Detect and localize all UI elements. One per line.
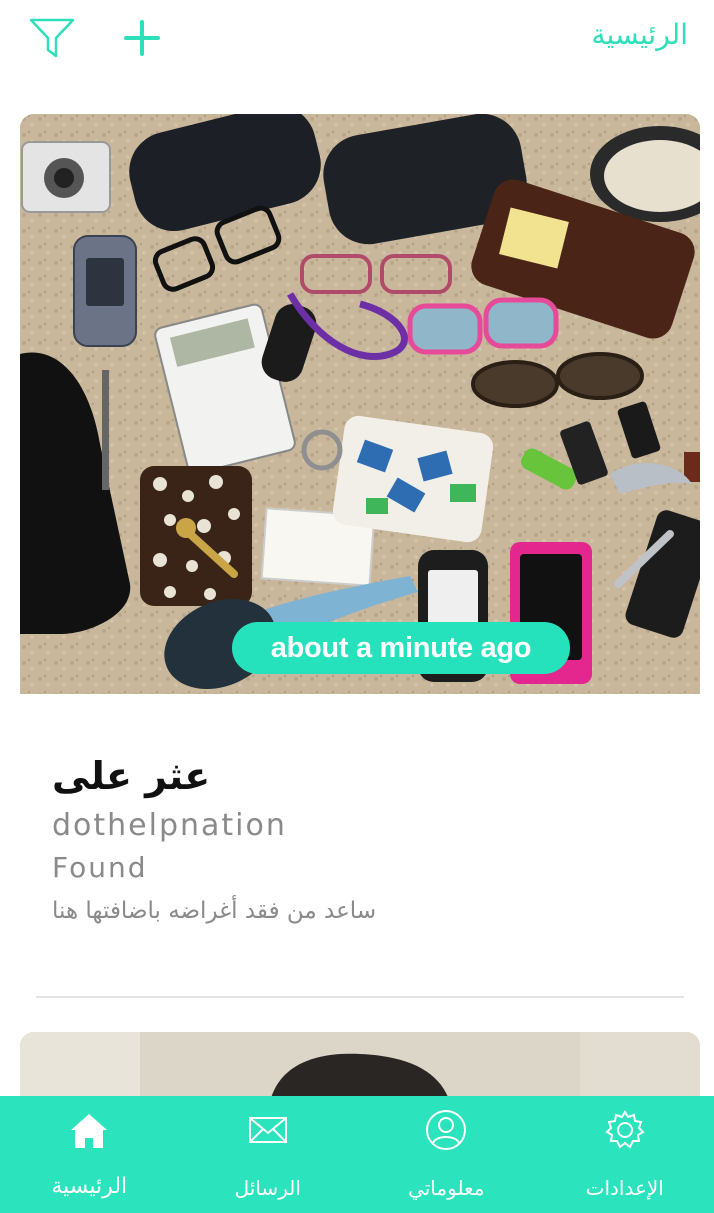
nav-label-home: الرئيسية bbox=[51, 1174, 128, 1199]
time-ago-badge: about a minute ago bbox=[232, 622, 570, 674]
gear-icon bbox=[605, 1110, 645, 1149]
top-header: الرئيسية bbox=[0, 0, 714, 80]
add-button[interactable] bbox=[120, 16, 164, 60]
card-status: Found bbox=[52, 851, 148, 884]
user-icon bbox=[426, 1110, 467, 1150]
nav-label-settings: الإعدادات bbox=[585, 1176, 664, 1200]
filter-button[interactable] bbox=[28, 16, 76, 60]
next-item-photo bbox=[20, 1032, 700, 1102]
filter-icon bbox=[29, 18, 75, 58]
nav-item-settings[interactable]: الإعدادات bbox=[536, 1096, 714, 1213]
feed-card-next[interactable] bbox=[20, 1032, 700, 1102]
item-photo[interactable]: about a minute ago bbox=[20, 114, 700, 694]
card-description: ساعد من فقد أغراضه باضافتها هنا bbox=[52, 898, 377, 924]
card-title: عثر على bbox=[52, 754, 211, 798]
nav-item-messages[interactable]: الرسائل bbox=[179, 1096, 358, 1213]
page-title: الرئيسية bbox=[591, 18, 688, 51]
nav-item-home[interactable]: الرئيسية bbox=[0, 1096, 179, 1213]
bottom-navigation: الرئيسية الرسائل معلوماتي الإعدادات bbox=[0, 1096, 714, 1213]
nav-item-profile[interactable]: معلوماتي bbox=[357, 1096, 536, 1213]
card-details: عثر على dothelpnation Found ساعد من فقد … bbox=[20, 694, 700, 994]
nav-label-profile: معلوماتي bbox=[408, 1176, 485, 1200]
nav-label-messages: الرسائل bbox=[234, 1176, 301, 1200]
item-photo-illustration bbox=[20, 114, 700, 694]
card-divider bbox=[36, 996, 684, 998]
feed-card[interactable]: about a minute ago عثر على dothelpnation… bbox=[20, 114, 700, 994]
card-username[interactable]: dothelpnation bbox=[52, 808, 700, 843]
plus-icon bbox=[124, 20, 160, 56]
mail-icon bbox=[248, 1117, 287, 1143]
home-icon bbox=[71, 1114, 108, 1148]
